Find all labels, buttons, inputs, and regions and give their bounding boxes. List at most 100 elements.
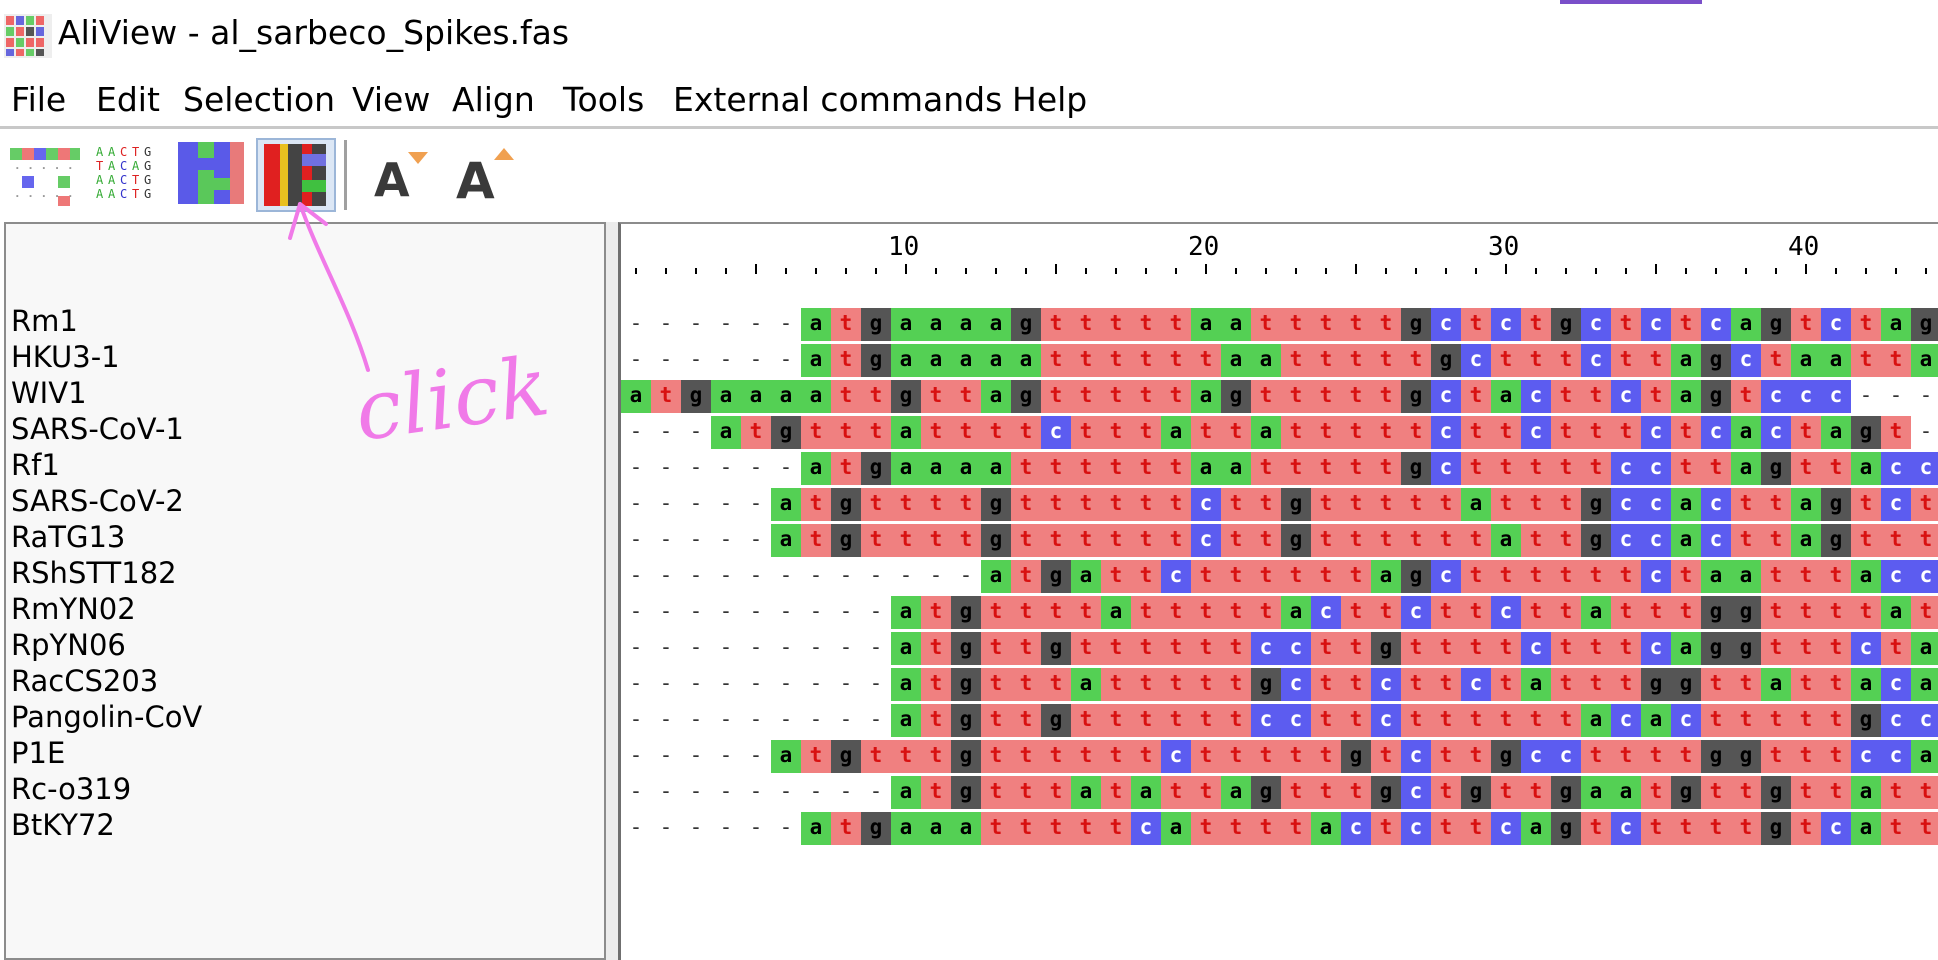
residue-cell[interactable]: t: [1671, 560, 1701, 593]
residue-cell[interactable]: c: [1161, 740, 1191, 773]
residue-cell[interactable]: t: [1761, 524, 1791, 557]
residue-cell[interactable]: a: [1521, 668, 1551, 701]
residue-cell[interactable]: a: [1071, 776, 1101, 809]
residue-cell[interactable]: c: [1911, 704, 1938, 737]
residue-cell[interactable]: t: [1581, 560, 1611, 593]
residue-cell[interactable]: -: [651, 812, 681, 845]
residue-cell[interactable]: c: [1521, 416, 1551, 449]
residue-cell[interactable]: t: [741, 416, 771, 449]
residue-cell[interactable]: t: [1581, 812, 1611, 845]
residue-cell[interactable]: t: [1341, 632, 1371, 665]
residue-cell[interactable]: a: [1221, 452, 1251, 485]
residue-cell[interactable]: t: [1731, 524, 1761, 557]
residue-cell[interactable]: a: [1071, 668, 1101, 701]
residue-cell[interactable]: -: [651, 596, 681, 629]
residue-cell[interactable]: t: [1101, 488, 1131, 521]
residue-cell[interactable]: a: [1161, 812, 1191, 845]
residue-cell[interactable]: t: [1611, 560, 1641, 593]
residue-cell[interactable]: c: [1521, 740, 1551, 773]
residue-cell[interactable]: c: [1041, 416, 1071, 449]
residue-cell[interactable]: t: [1911, 488, 1938, 521]
residue-cell[interactable]: t: [1251, 308, 1281, 341]
residue-cell[interactable]: a: [1581, 596, 1611, 629]
residue-cell[interactable]: t: [1371, 344, 1401, 377]
residue-cell[interactable]: t: [1581, 740, 1611, 773]
residue-cell[interactable]: -: [1881, 380, 1911, 413]
residue-cell[interactable]: a: [1671, 632, 1701, 665]
residue-cell[interactable]: g: [1761, 308, 1791, 341]
residue-cell[interactable]: -: [861, 668, 891, 701]
residue-cell[interactable]: t: [1041, 668, 1071, 701]
residue-cell[interactable]: t: [1341, 380, 1371, 413]
residue-cell[interactable]: -: [681, 344, 711, 377]
residue-cell[interactable]: t: [1581, 452, 1611, 485]
residue-cell[interactable]: g: [1701, 632, 1731, 665]
residue-cell[interactable]: c: [1701, 308, 1731, 341]
residue-cell[interactable]: c: [1641, 416, 1671, 449]
residue-cell[interactable]: c: [1281, 632, 1311, 665]
residue-cell[interactable]: t: [1731, 380, 1761, 413]
residue-cell[interactable]: g: [951, 704, 981, 737]
residue-cell[interactable]: t: [1101, 452, 1131, 485]
residue-cell[interactable]: g: [1551, 812, 1581, 845]
residue-cell[interactable]: t: [1341, 488, 1371, 521]
residue-cell[interactable]: a: [1311, 812, 1341, 845]
residue-cell[interactable]: a: [891, 668, 921, 701]
residue-cell[interactable]: a: [1491, 380, 1521, 413]
residue-cell[interactable]: c: [1881, 452, 1911, 485]
residue-cell[interactable]: t: [1101, 776, 1131, 809]
residue-cell[interactable]: t: [1071, 488, 1101, 521]
residue-cell[interactable]: t: [1791, 452, 1821, 485]
residue-cell[interactable]: a: [1731, 560, 1761, 593]
residue-cell[interactable]: t: [1431, 596, 1461, 629]
residue-cell[interactable]: t: [1881, 632, 1911, 665]
residue-cell[interactable]: a: [1191, 308, 1221, 341]
residue-cell[interactable]: t: [1821, 776, 1851, 809]
residue-cell[interactable]: t: [1431, 812, 1461, 845]
menu-file[interactable]: File: [11, 80, 66, 119]
residue-cell[interactable]: a: [1251, 344, 1281, 377]
residue-cell[interactable]: c: [1851, 632, 1881, 665]
residue-cell[interactable]: t: [1551, 344, 1581, 377]
residue-cell[interactable]: t: [1071, 344, 1101, 377]
residue-cell[interactable]: a: [801, 380, 831, 413]
residue-cell[interactable]: t: [1131, 632, 1161, 665]
residue-cell[interactable]: a: [1161, 416, 1191, 449]
residue-cell[interactable]: c: [1641, 524, 1671, 557]
residue-cell[interactable]: -: [681, 812, 711, 845]
residue-cell[interactable]: t: [1791, 632, 1821, 665]
residue-cell[interactable]: -: [651, 308, 681, 341]
residue-cell[interactable]: a: [891, 452, 921, 485]
residue-cell[interactable]: g: [861, 452, 891, 485]
residue-cell[interactable]: -: [741, 560, 771, 593]
residue-cell[interactable]: -: [771, 596, 801, 629]
residue-cell[interactable]: t: [1071, 596, 1101, 629]
residue-cell[interactable]: t: [1431, 488, 1461, 521]
residue-cell[interactable]: t: [1401, 524, 1431, 557]
residue-cell[interactable]: c: [1911, 560, 1938, 593]
residue-cell[interactable]: t: [1041, 488, 1071, 521]
sequence-name[interactable]: RpYN06: [11, 628, 126, 662]
residue-cell[interactable]: t: [891, 524, 921, 557]
residue-cell[interactable]: t: [1641, 812, 1671, 845]
residue-cell[interactable]: c: [1191, 524, 1221, 557]
residue-cell[interactable]: -: [741, 596, 771, 629]
residue-cell[interactable]: t: [921, 380, 951, 413]
residue-cell[interactable]: t: [1371, 308, 1401, 341]
residue-cell[interactable]: c: [1491, 596, 1521, 629]
residue-cell[interactable]: -: [711, 344, 741, 377]
residue-cell[interactable]: c: [1251, 704, 1281, 737]
residue-cell[interactable]: t: [1131, 344, 1161, 377]
residue-cell[interactable]: -: [831, 632, 861, 665]
sequence-name[interactable]: Rc-o319: [11, 772, 131, 806]
residue-cell[interactable]: c: [1881, 704, 1911, 737]
residue-cell[interactable]: t: [1281, 812, 1311, 845]
residue-cell[interactable]: a: [771, 488, 801, 521]
residue-cell[interactable]: t: [1011, 632, 1041, 665]
residue-cell[interactable]: a: [891, 344, 921, 377]
residue-cell[interactable]: c: [1821, 812, 1851, 845]
residue-cell[interactable]: t: [1311, 704, 1341, 737]
residue-cell[interactable]: t: [1101, 308, 1131, 341]
residue-cell[interactable]: a: [951, 812, 981, 845]
residue-cell[interactable]: t: [1101, 344, 1131, 377]
